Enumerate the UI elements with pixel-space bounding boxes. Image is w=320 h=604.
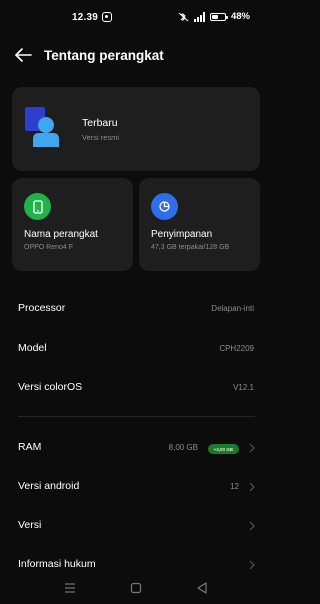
- row-label: Model: [18, 342, 47, 354]
- row-value: Delapan-inti: [211, 304, 254, 313]
- ram-value: 8,00 GB: [168, 443, 198, 452]
- notification-icon: [102, 12, 112, 22]
- arrow-left-icon[interactable]: [12, 44, 36, 66]
- signal-icon: [193, 11, 205, 22]
- android-version-row[interactable]: Versi android 12: [0, 469, 272, 505]
- update-status-title: Terbaru: [82, 117, 118, 129]
- processor-row: Processor Delapan-inti: [0, 291, 272, 327]
- bluetooth-mute-icon: [178, 12, 189, 21]
- row-value: V12.1: [233, 383, 254, 392]
- row-label: Informasi hukum: [18, 558, 96, 570]
- update-status-subtitle: Versi resmi: [82, 133, 120, 142]
- row-label: RAM: [18, 441, 42, 453]
- device-name-value: OPPO Reno4 F: [24, 244, 74, 251]
- row-value: 12: [230, 482, 239, 491]
- back-icon[interactable]: [194, 580, 210, 596]
- navigation-bar: [0, 572, 272, 604]
- row-label: Processor: [18, 302, 66, 314]
- ram-expansion-badge: +3,00 GB: [207, 444, 239, 454]
- storage-title: Penyimpanan: [151, 229, 213, 240]
- page-title: Tentang perangkat: [44, 48, 164, 63]
- status-time: 12.39: [72, 12, 99, 23]
- device-name-title: Nama perangkat: [24, 229, 98, 240]
- phone-icon: [24, 193, 51, 220]
- chevron-right-icon: [249, 443, 255, 453]
- version-row[interactable]: Versi: [0, 508, 272, 544]
- status-bar: 12.39 48%: [0, 0, 272, 34]
- chevron-right-icon: [249, 560, 255, 570]
- coloros-version-row: Versi colorOS V12.1: [0, 370, 272, 406]
- row-label: Versi android: [18, 480, 80, 492]
- battery-percent: 48%: [230, 11, 250, 22]
- chevron-right-icon: [249, 521, 255, 531]
- divider: [18, 416, 255, 417]
- software-update-card[interactable]: Terbaru Versi resmi: [12, 87, 260, 171]
- pie-chart-icon: [151, 193, 178, 220]
- storage-usage: 47,3 GB terpakai/128 GB: [151, 244, 230, 251]
- battery-icon: [209, 12, 228, 21]
- device-name-card[interactable]: Nama perangkat OPPO Reno4 F: [12, 178, 133, 271]
- menu-icon[interactable]: [62, 580, 78, 596]
- row-value: CPH2209: [219, 344, 254, 353]
- storage-card[interactable]: Penyimpanan 47,3 GB terpakai/128 GB: [139, 178, 260, 271]
- status-icons: 48%: [178, 11, 250, 22]
- row-label: Versi: [18, 519, 42, 531]
- coloros-logo: [25, 107, 59, 147]
- model-row: Model CPH2209: [0, 331, 272, 367]
- ram-row[interactable]: RAM 8,00 GB +3,00 GB: [0, 430, 272, 466]
- chevron-right-icon: [249, 482, 255, 492]
- battery-fill: [211, 14, 218, 19]
- home-icon[interactable]: [128, 580, 144, 596]
- row-label: Versi colorOS: [18, 381, 83, 393]
- header: Tentang perangkat: [0, 40, 272, 70]
